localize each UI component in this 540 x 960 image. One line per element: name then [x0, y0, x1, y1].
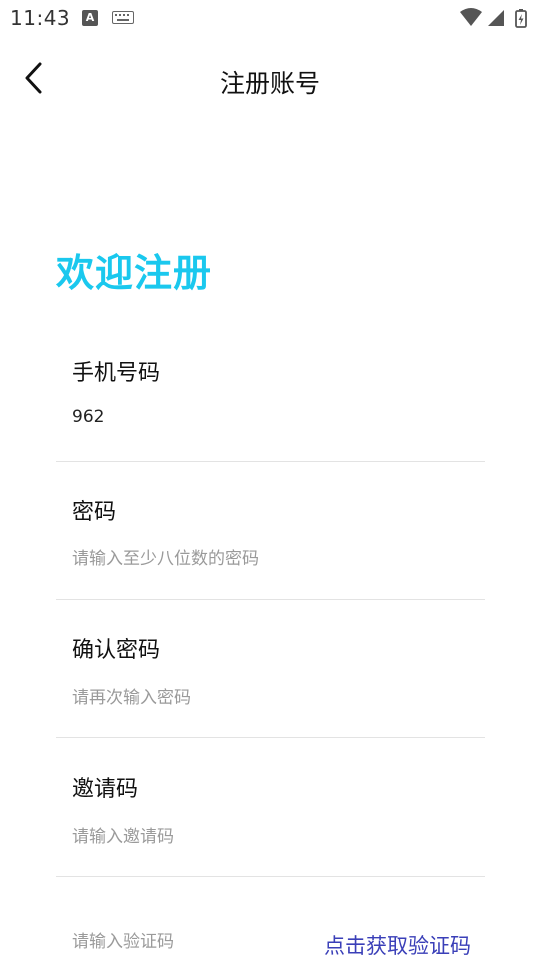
- invite-code-label: 邀请码: [72, 777, 139, 802]
- invite-code-input[interactable]: [72, 827, 472, 847]
- signal-icon: [488, 10, 504, 26]
- app-bar: 注册账号: [0, 44, 540, 114]
- confirm-password-label: 确认密码: [72, 638, 161, 663]
- status-time: 11:43: [10, 6, 71, 30]
- page-title: 注册账号: [219, 69, 320, 98]
- status-bar: 11:43 A: [0, 0, 540, 36]
- password-input[interactable]: [72, 549, 472, 569]
- invite-code-field-group: 邀请码: [56, 771, 485, 877]
- confirm-password-field-group: 确认密码: [56, 632, 485, 738]
- phone-label: 手机号码: [72, 361, 161, 386]
- keyboard-icon: [112, 11, 134, 24]
- password-label: 密码: [72, 500, 117, 525]
- password-field-group: 密码: [56, 494, 485, 600]
- phone-input[interactable]: [72, 407, 472, 427]
- status-right-icons: [460, 8, 527, 28]
- confirm-password-input[interactable]: [72, 688, 472, 708]
- verification-row: 点击获取验证码: [56, 924, 485, 960]
- phone-field-group: 手机号码: [56, 355, 485, 462]
- verification-code-input[interactable]: [72, 932, 292, 952]
- get-code-button[interactable]: 点击获取验证码: [324, 930, 471, 960]
- wifi-icon: [460, 8, 482, 26]
- battery-charging-icon: [515, 9, 527, 28]
- a-notification-icon: A: [82, 10, 98, 26]
- welcome-heading: 欢迎注册: [56, 251, 213, 295]
